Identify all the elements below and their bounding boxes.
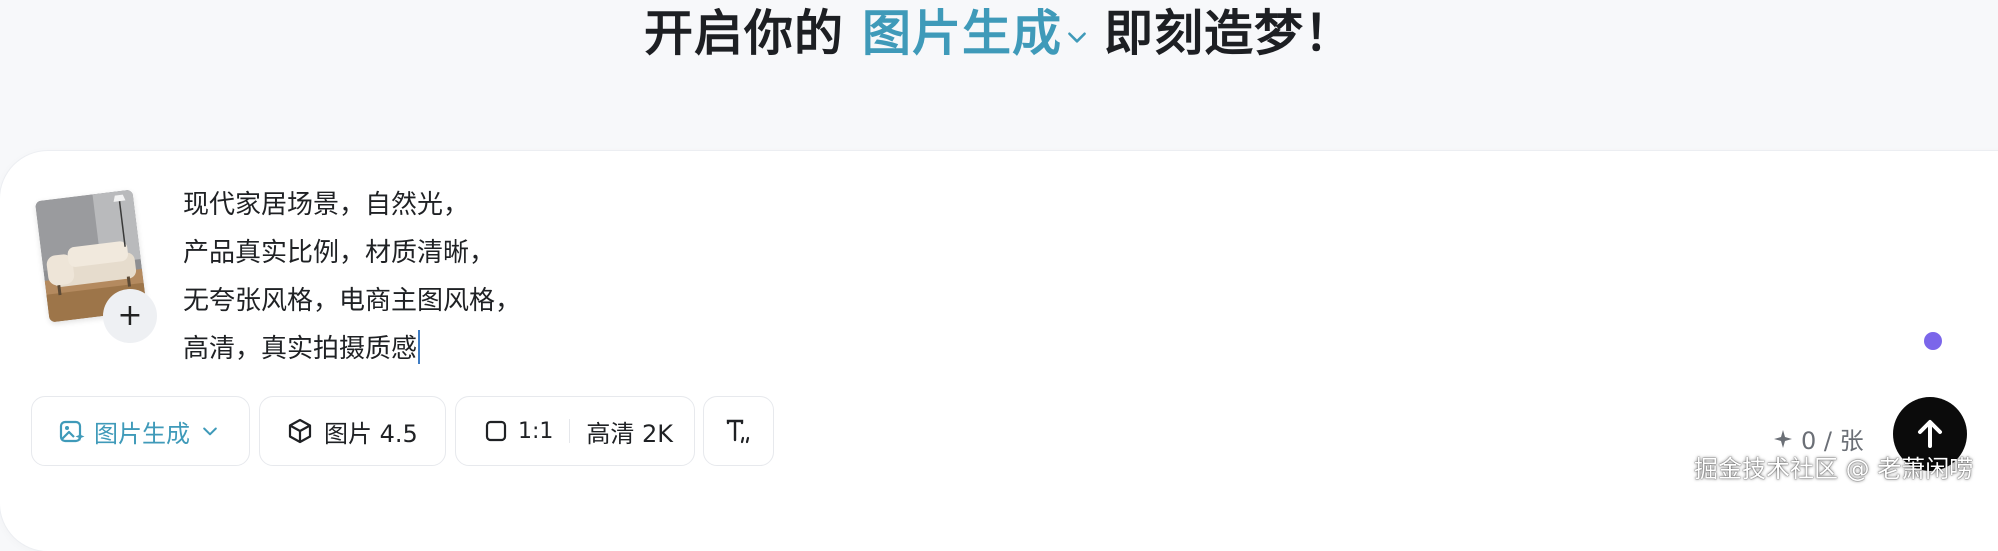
mode-switch-label: 图片生成 [862,5,1063,62]
page-headline: 开启你的 图片生成 即刻造梦！ [0,4,1998,64]
arrow-up-icon [1918,420,1942,448]
text-style-button[interactable] [703,396,774,466]
model-select-label: 图片 4.5 [324,419,418,448]
prompt-textarea[interactable]: 现代家居场景，自然光， 产品真实比例，材质清晰， 无夸张风格，电商主图风格， 高… [183,181,521,373]
mode-switch-link[interactable]: 图片生成 [862,5,1104,62]
divider [569,419,571,443]
image-sparkle-icon [59,420,85,443]
quality-label: 高清 2K [586,419,674,448]
plus-icon: + [117,298,143,333]
text-style-icon [726,419,749,444]
prompt-line-last: 高清，真实拍摄质感 [183,325,521,373]
prompt-line: 产品真实比例，材质清晰， [183,238,496,268]
prompt-line: 现代家居场景，自然光， [183,190,470,220]
chevron-down-icon [203,427,217,436]
status-dot [1924,332,1942,350]
ratio-quality-button[interactable]: 1:1 高清 2K [455,396,695,466]
mode-select-button[interactable]: 图片生成 [31,396,250,466]
add-image-button[interactable]: + [103,289,157,343]
sparkle-icon [1774,429,1792,448]
headline-suffix: 即刻造梦！ [1104,5,1355,62]
square-icon [485,420,507,442]
prompt-line-text: 高清，真实拍摄质感 [183,334,418,364]
headline-prefix: 开启你的 [643,5,844,62]
prompt-composer: + 现代家居场景，自然光， 产品真实比例，材质清晰， 无夸张风格，电商主图风格，… [0,151,1998,551]
chevron-down-icon [1068,31,1086,43]
cube-icon [288,418,312,444]
mode-select-label: 图片生成 [94,419,190,448]
prompt-line: 无夸张风格，电商主图风格， [183,286,522,316]
text-caret [418,330,421,364]
model-select-button[interactable]: 图片 4.5 [259,396,446,466]
aspect-ratio-label: 1:1 [518,418,554,444]
watermark-text: 掘金技术社区 @ 老萧闲唠 [1694,455,1974,483]
